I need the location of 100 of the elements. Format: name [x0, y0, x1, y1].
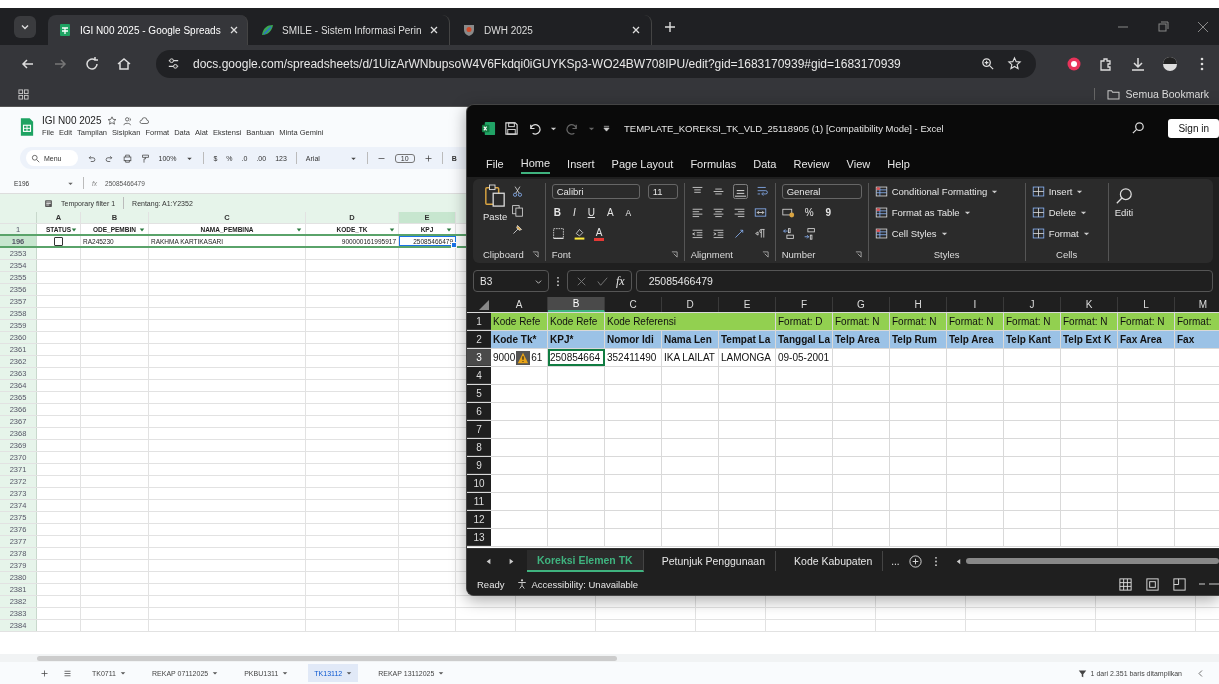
cells-button[interactable]: Format — [1031, 225, 1102, 242]
document-title[interactable]: IGI N00 2025 — [42, 115, 102, 126]
formula-field[interactable]: 25085466479 — [635, 270, 1213, 292]
ribbon-tab[interactable]: Help — [887, 155, 910, 173]
avatar-icon[interactable] — [1162, 55, 1178, 72]
number-format-dropdown[interactable]: General — [781, 184, 862, 199]
select-all-icon[interactable] — [479, 300, 489, 310]
font-color-button[interactable]: A — [593, 226, 605, 241]
print-icon[interactable] — [122, 153, 132, 163]
name-box[interactable]: B3 — [473, 270, 549, 292]
filter-icon[interactable] — [139, 227, 145, 233]
row-number[interactable]: 4 — [467, 367, 491, 384]
column-header[interactable]: J — [1004, 297, 1061, 312]
column-header[interactable]: E — [719, 297, 776, 312]
warning-icon[interactable] — [516, 350, 531, 365]
shrink-font-button[interactable]: A — [623, 207, 634, 218]
format-painter-icon[interactable] — [511, 223, 525, 236]
underline-button[interactable]: U — [585, 207, 597, 218]
row-number[interactable]: 10 — [467, 475, 491, 492]
row-number[interactable]: 13 — [467, 529, 491, 546]
scissors-icon[interactable] — [511, 185, 525, 198]
normal-view-icon[interactable] — [1118, 576, 1133, 592]
row-number[interactable]: 11 — [467, 493, 491, 510]
row-number[interactable]: 6 — [467, 403, 491, 420]
row-number[interactable]: 1 — [467, 313, 491, 330]
decrease-indent-icon[interactable] — [690, 227, 704, 240]
column-header[interactable]: M — [1175, 297, 1219, 312]
sheet-tab[interactable]: Petunjuk Penggunaan — [651, 551, 777, 571]
align-center-icon[interactable] — [711, 206, 725, 219]
browser-tab[interactable]: IGI N00 2025 - Google Spreads — [48, 15, 248, 45]
accessibility-status[interactable]: Accessibility: Unavailable — [516, 578, 639, 590]
close-icon[interactable] — [228, 25, 239, 35]
cloud-icon[interactable] — [139, 115, 150, 126]
wrap-text-icon[interactable] — [755, 185, 769, 198]
column-header[interactable]: K — [1061, 297, 1118, 312]
sign-in-button[interactable]: Sign in — [1168, 118, 1219, 138]
styles-button[interactable]: Format as Table — [874, 204, 1019, 221]
fill-handle[interactable] — [451, 242, 457, 248]
filter-icon[interactable] — [389, 227, 395, 233]
left-arrow-icon[interactable] — [954, 557, 962, 565]
column-header[interactable]: B — [548, 297, 605, 312]
home-icon[interactable] — [116, 55, 132, 72]
font-size-dropdown[interactable]: 11 — [647, 184, 678, 199]
tab-list-button[interactable] — [14, 15, 36, 38]
align-middle-icon[interactable] — [711, 185, 725, 198]
address-field[interactable]: docs.google.com/spreadsheets/d/1UizArWNbupsoW4V6Fkdqi0iGUYKSp3-WO24BW708IPU/edit?gid=1683170939#gid=1683170939 — [156, 49, 1036, 78]
more-icon[interactable] — [933, 555, 938, 567]
caret-icon[interactable] — [120, 670, 126, 676]
ribbon-tab[interactable]: Data — [753, 155, 777, 173]
ribbon-tab[interactable]: File — [486, 155, 504, 173]
star-icon[interactable] — [107, 115, 118, 126]
ribbon-tab[interactable]: Formulas — [690, 155, 737, 173]
column-header[interactable]: H — [890, 297, 947, 312]
column-header[interactable]: I — [947, 297, 1004, 312]
all-bookmarks-button[interactable]: Semua Bookmark — [1093, 88, 1209, 100]
borders-icon[interactable] — [551, 227, 565, 240]
column-header[interactable]: D — [662, 297, 719, 312]
extension-icon[interactable] — [1066, 55, 1082, 72]
align-right-icon[interactable] — [732, 206, 746, 219]
insert-function-button[interactable]: fx — [616, 273, 625, 289]
row-number[interactable]: 3 — [467, 349, 491, 366]
sheets-logo-icon[interactable] — [20, 117, 34, 137]
row-number[interactable]: 5 — [467, 385, 491, 402]
redo-icon[interactable] — [104, 153, 114, 163]
people-icon[interactable] — [123, 115, 134, 126]
column-header[interactable]: F — [776, 297, 833, 312]
row-number[interactable]: 2 — [467, 331, 491, 348]
increase-indent-icon[interactable] — [711, 227, 725, 240]
scrollbar-thumb[interactable] — [37, 655, 617, 661]
paint-format-icon[interactable] — [140, 153, 150, 163]
all-sheets-icon[interactable] — [63, 668, 72, 678]
column-header[interactable]: G — [833, 297, 890, 312]
bold-button[interactable]: B — [551, 207, 563, 218]
ribbon-tab[interactable]: View — [846, 155, 871, 173]
minus-icon[interactable] — [1199, 581, 1219, 587]
puzzle-icon[interactable] — [1098, 55, 1114, 72]
editing-button[interactable]: Editi — [1114, 183, 1134, 218]
styles-button[interactable]: Conditional Formatting — [874, 183, 1019, 200]
orientation-icon[interactable] — [732, 227, 746, 240]
filter-icon[interactable] — [296, 227, 302, 233]
align-left-icon[interactable] — [690, 206, 704, 219]
column-header[interactable]: C — [605, 297, 662, 312]
percent-button[interactable]: % — [802, 207, 816, 218]
caret-icon[interactable] — [282, 670, 289, 676]
dialog-launcher-icon[interactable] — [854, 250, 862, 258]
more-icon[interactable] — [556, 275, 560, 287]
new-tab-icon[interactable] — [664, 20, 676, 33]
page-break-icon[interactable] — [1172, 576, 1187, 592]
download-icon[interactable] — [1130, 55, 1146, 72]
plus-icon[interactable] — [423, 153, 433, 163]
checkbox[interactable] — [54, 236, 63, 246]
decrease-decimal-icon[interactable] — [802, 227, 816, 240]
cells-button[interactable]: Delete — [1031, 204, 1102, 221]
copy-icon[interactable] — [511, 204, 525, 217]
fill-color-icon[interactable] — [572, 227, 586, 240]
ribbon-tab[interactable]: Review — [793, 155, 830, 173]
more-sheets-button[interactable]: ... — [891, 555, 900, 567]
grow-font-button[interactable]: A — [604, 207, 616, 218]
merge-icon[interactable] — [753, 206, 767, 219]
dialog-launcher-icon[interactable] — [761, 250, 769, 258]
